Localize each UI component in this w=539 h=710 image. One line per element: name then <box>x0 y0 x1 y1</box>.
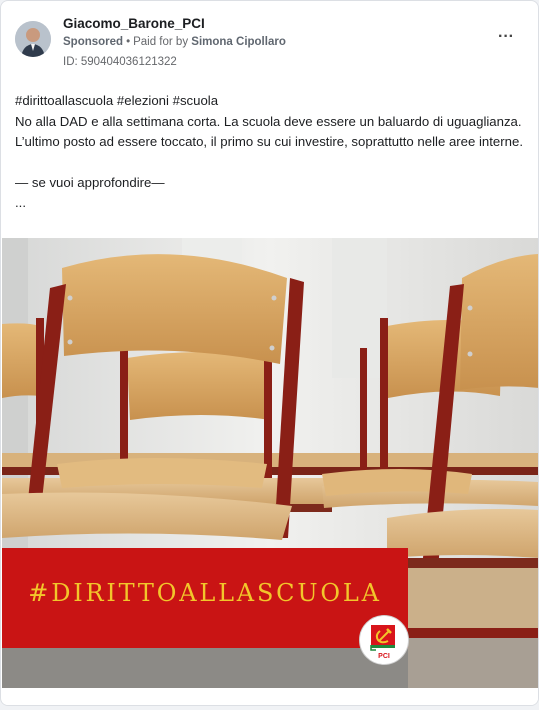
avatar[interactable] <box>15 21 51 57</box>
sponsored-line: Sponsored • Paid for by Simona Cipollaro <box>63 36 286 48</box>
read-more-text: — se vuoi approfondire— <box>15 174 165 190</box>
banner-hashtag-text: #DIRITTOALLASCUOLA <box>28 579 382 607</box>
separator-dot: • <box>126 36 131 48</box>
post-message: No alla DAD e alla settimana corta. La s… <box>15 113 523 150</box>
truncation-ellipsis: ... <box>15 195 26 210</box>
logo-text: PCI <box>378 653 390 660</box>
ad-image[interactable]: #DIRITTOALLASCUOLA PCI <box>2 238 538 688</box>
post-text: #dirittoallascuola #elezioni #scuola No … <box>15 91 527 214</box>
ad-card: Giacomo_Barone_PCI Sponsored • Paid for by… <box>0 0 539 706</box>
ad-id: ID: 590404036121322 <box>63 56 177 68</box>
hammer-sickle-icon: PCI <box>370 625 395 660</box>
pci-logo: PCI <box>359 615 409 665</box>
payer-name[interactable]: Simona Cipollaro <box>191 36 286 48</box>
post-header: Giacomo_Barone_PCI Sponsored • Paid for by… <box>15 15 524 71</box>
hashtags[interactable]: #dirittoallascuola #elezioni #scuola <box>15 91 527 112</box>
author-name[interactable]: Giacomo_Barone_PCI <box>63 16 205 31</box>
paid-for-label: Paid for by <box>133 36 189 48</box>
sponsored-label: Sponsored <box>63 36 124 48</box>
ellipsis-icon[interactable]: ··· <box>494 29 518 46</box>
card-footer <box>2 688 538 705</box>
